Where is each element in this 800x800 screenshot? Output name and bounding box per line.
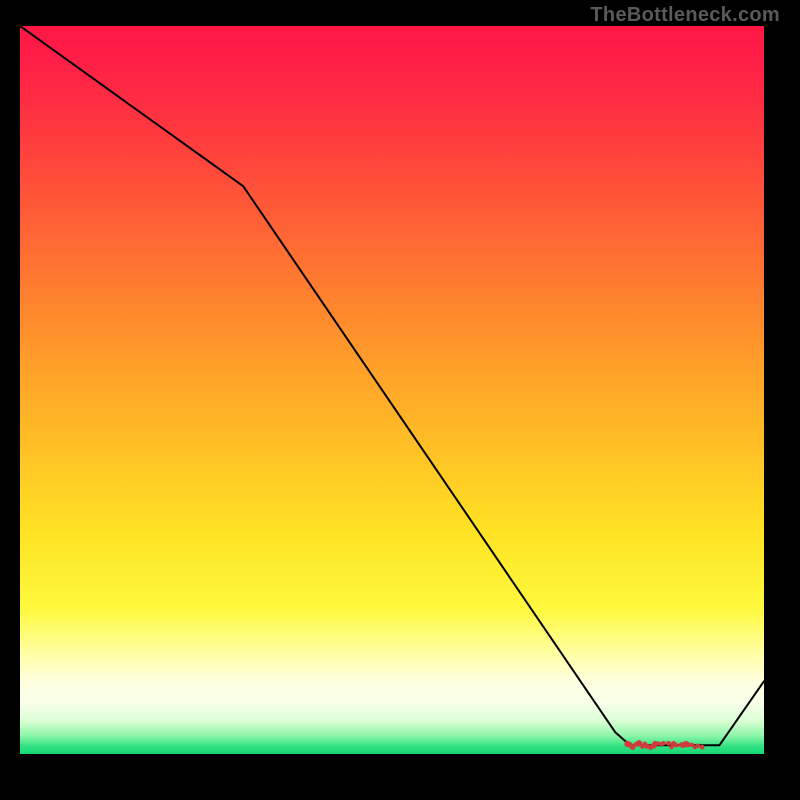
- optimum-dot: [666, 741, 671, 746]
- optimum-dot: [661, 741, 665, 745]
- optimum-dot: [700, 745, 705, 750]
- optimum-dot: [674, 743, 678, 747]
- chart-plot: [20, 26, 764, 754]
- optimum-dot: [695, 744, 700, 749]
- watermark-text: TheBottleneck.com: [590, 4, 780, 27]
- chart-frame: TheBottleneck.com: [0, 0, 800, 800]
- gradient-background: [20, 26, 764, 754]
